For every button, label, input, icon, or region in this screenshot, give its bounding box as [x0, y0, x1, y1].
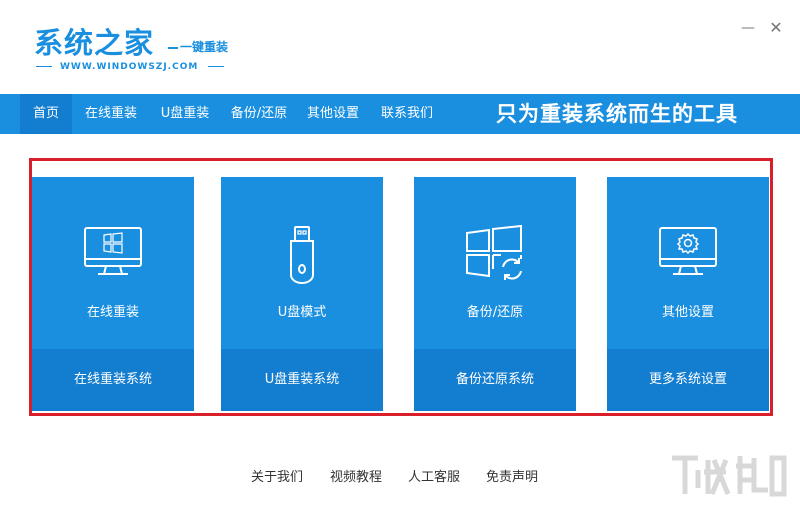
watermark-logo [668, 450, 788, 500]
logo-sub-text: 一键重装 [168, 38, 228, 55]
card-title: U盘模式 [277, 305, 327, 320]
windows-restore-icon [463, 224, 527, 287]
nav-item-online-reinstall[interactable]: 在线重装 [80, 94, 142, 134]
nav-item-backup-restore[interactable]: 备份/还原 [226, 94, 292, 134]
nav-item-other-settings[interactable]: 其他设置 [302, 94, 364, 134]
nav-item-usb-reinstall[interactable]: U盘重装 [154, 94, 216, 134]
card-top: 其他设置 [607, 177, 769, 349]
card-subtitle: 在线重装系统 [32, 349, 194, 411]
close-button[interactable]: ✕ [766, 18, 786, 38]
card-subtitle: 备份还原系统 [414, 349, 576, 411]
card-other-settings[interactable]: 其他设置 更多系统设置 [607, 177, 769, 411]
card-top: 在线重装 [32, 177, 194, 349]
slogan: 只为重装系统而生的工具 [496, 102, 738, 126]
nav-item-home[interactable]: 首页 [20, 94, 72, 134]
logo-url-text: WWW.WINDOWSZJ.COM [34, 62, 225, 72]
card-top: U盘模式 [221, 177, 383, 349]
card-title: 在线重装 [86, 305, 139, 320]
logo-main-text: 系统之家 [34, 26, 155, 60]
card-backup-restore[interactable]: 备份/还原 备份还原系统 [414, 177, 576, 411]
minimize-button[interactable]: — [738, 18, 758, 38]
card-title: 备份/还原 [466, 305, 524, 320]
card-subtitle: U盘重装系统 [221, 349, 383, 411]
monitor-gear-icon [657, 225, 719, 281]
app-logo: 系统之家 一键重装 WWW.WINDOWSZJ.COM [34, 20, 228, 72]
usb-drive-icon [282, 225, 322, 289]
footer-link-video-tutorial[interactable]: 视频教程 [330, 466, 382, 485]
nav-bar: 首页 在线重装 U盘重装 备份/还原 其他设置 联系我们 只为重装系统而生的工具 [0, 94, 800, 134]
nav-item-contact-us[interactable]: 联系我们 [376, 94, 438, 134]
footer-link-disclaimer[interactable]: 免责声明 [486, 466, 538, 485]
monitor-windows-icon [82, 225, 144, 281]
card-subtitle: 更多系统设置 [607, 349, 769, 411]
card-online-reinstall[interactable]: 在线重装 在线重装系统 [32, 177, 194, 411]
card-top: 备份/还原 [414, 177, 576, 349]
title-bar: 系统之家 一键重装 WWW.WINDOWSZJ.COM — ✕ [0, 0, 800, 94]
footer-link-support[interactable]: 人工客服 [408, 466, 460, 485]
card-usb-mode[interactable]: U盘模式 U盘重装系统 [221, 177, 383, 411]
footer-link-about[interactable]: 关于我们 [251, 466, 303, 485]
card-title: 其他设置 [661, 305, 714, 320]
